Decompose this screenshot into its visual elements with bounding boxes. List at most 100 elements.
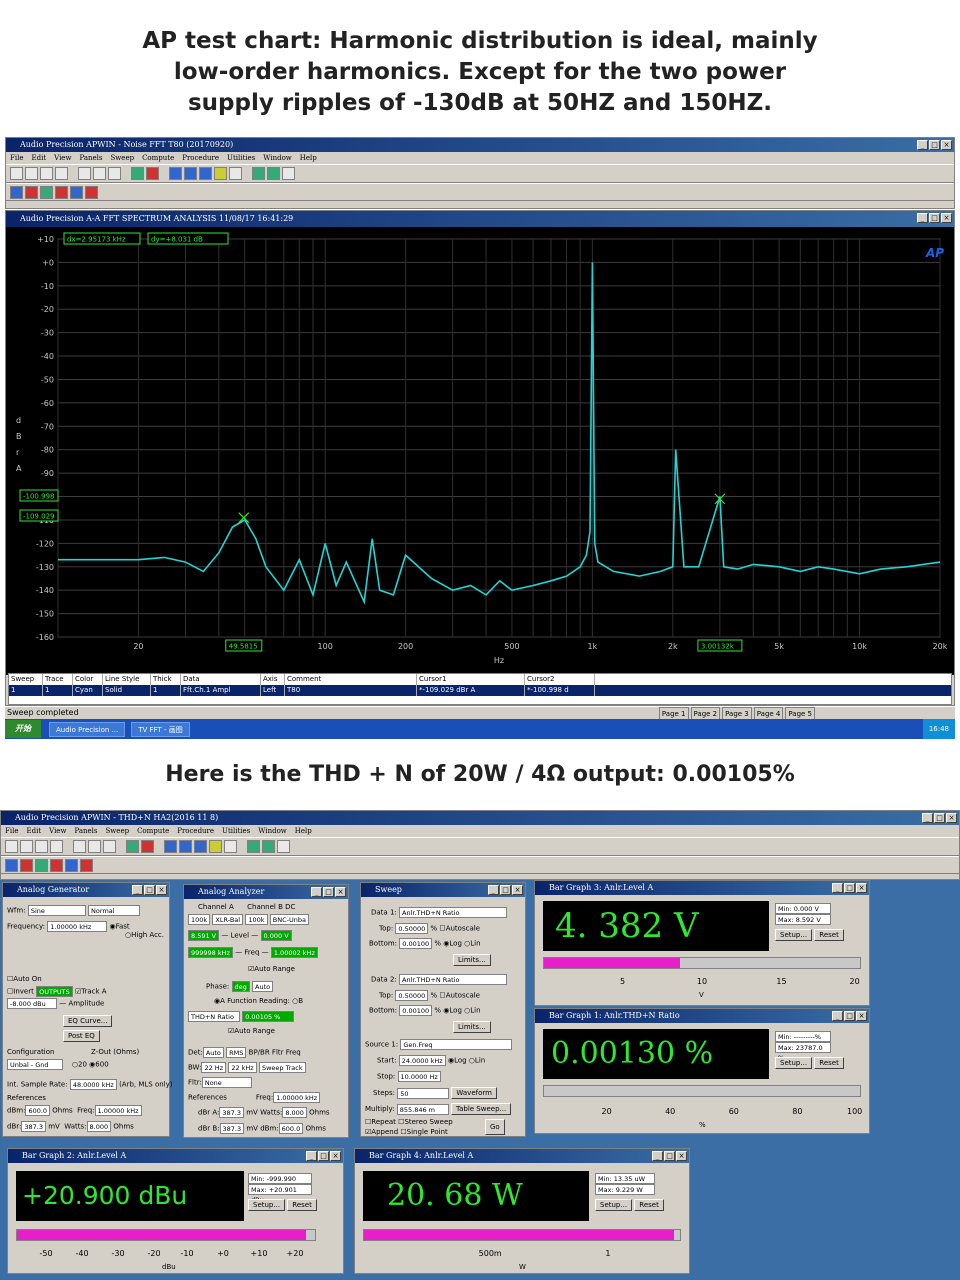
generator-icon[interactable] [169, 167, 182, 180]
auto-on-checkbox[interactable]: Auto On [13, 975, 41, 983]
dbm-field[interactable]: 600.0 [278, 1123, 304, 1134]
view-icon[interactable] [10, 185, 23, 199]
go-icon[interactable] [247, 840, 260, 853]
paste-icon[interactable] [108, 167, 121, 180]
close-button[interactable]: × [512, 885, 523, 895]
trace-cell[interactable]: Left [261, 685, 285, 696]
ohm-a-select[interactable]: 100k [188, 914, 211, 925]
source-field[interactable]: Gen.Freq [400, 1039, 513, 1050]
bar2-setup-button[interactable]: Setup... [248, 1199, 286, 1211]
append-checkbox[interactable]: Append [371, 1128, 398, 1136]
generator-icon[interactable] [164, 840, 177, 853]
window-icon[interactable] [65, 858, 78, 872]
menu-panels[interactable]: Panels [74, 825, 97, 837]
auto-range-checkbox[interactable]: Auto Range [254, 965, 295, 973]
dbm-field[interactable]: 600.0 [25, 1105, 51, 1116]
close-button[interactable]: × [156, 885, 167, 895]
ohm-b-select[interactable]: 100k [245, 914, 268, 925]
log-radio-3[interactable]: Log [454, 1057, 467, 1065]
trace-cell[interactable]: Fft.Ch.1 Ampl [181, 685, 261, 696]
menu-file[interactable]: File [5, 825, 18, 837]
dbra-field[interactable]: 387.3 [219, 1107, 244, 1118]
sweep-track-select[interactable]: Sweep Track [258, 1062, 306, 1073]
watts-field[interactable]: 8.000 [86, 1121, 112, 1132]
lin-radio-2[interactable]: Lin [470, 1007, 480, 1015]
stop-icon[interactable] [262, 840, 275, 853]
menu-help[interactable]: Help [300, 152, 317, 164]
trace-cell[interactable]: 1 [151, 685, 181, 696]
maximize-button[interactable]: □ [144, 885, 155, 895]
sweep-icon[interactable] [194, 840, 207, 853]
menu-utilities[interactable]: Utilities [222, 825, 250, 837]
sweep-icon[interactable] [199, 167, 212, 180]
data2-field[interactable]: Anlr.THD+N Ratio [399, 974, 507, 985]
trace-table-row[interactable]: 1 1 Cyan Solid 1 Fft.Ch.1 Ampl Left T80 *-109.02… [9, 685, 951, 696]
maximize-button[interactable]: □ [844, 1011, 855, 1021]
save-icon[interactable] [35, 840, 48, 853]
outputs-button[interactable]: OUTPUTS [36, 986, 73, 997]
window-icon[interactable] [70, 185, 83, 199]
close-button[interactable]: × [335, 887, 346, 897]
menu-sweep[interactable]: Sweep [106, 825, 130, 837]
go-icon[interactable] [252, 167, 265, 180]
ch-b-input-select[interactable]: BNC-Unba [269, 914, 309, 925]
start-button[interactable]: 开始 [5, 720, 41, 738]
filter-select[interactable]: None [201, 1077, 252, 1088]
menu-view[interactable]: View [54, 152, 71, 164]
bar4-setup-button[interactable]: Setup... [595, 1199, 633, 1211]
maximize-button[interactable]: □ [323, 887, 334, 897]
menu-panels[interactable]: Panels [79, 152, 102, 164]
fft-maximize-button[interactable]: □ [929, 213, 940, 223]
frequency-field[interactable]: 1.00000 kHz [47, 921, 108, 932]
autoscale-checkbox-2[interactable]: Autoscale [446, 992, 480, 1000]
function-select[interactable]: THD+N Ratio [188, 1011, 240, 1022]
waveform-button[interactable]: Waveform [451, 1087, 497, 1099]
bar1-reset-button[interactable]: Reset [814, 1057, 844, 1069]
minimize-button[interactable]: _ [917, 140, 928, 150]
configuration-select[interactable]: Unbal - Gnd [7, 1059, 63, 1070]
bottom2-field[interactable]: 0.00100 [399, 1005, 433, 1016]
cut-icon[interactable] [73, 840, 86, 853]
track-a-checkbox[interactable]: Track A [81, 988, 106, 996]
post-eq-button[interactable]: Post EQ [63, 1030, 100, 1042]
maximize-button[interactable]: □ [664, 1151, 675, 1161]
watts-field[interactable]: 8.000 [282, 1107, 307, 1118]
single-point-checkbox[interactable]: Single Point [407, 1128, 448, 1136]
paste-icon[interactable] [103, 840, 116, 853]
menu-window[interactable]: Window [258, 825, 287, 837]
copy-icon[interactable] [93, 167, 106, 180]
taskbar-item-ap[interactable]: Audio Precision ... [49, 721, 126, 737]
bar1-setup-button[interactable]: Setup... [775, 1057, 813, 1069]
waveform-mode-select[interactable]: Normal [88, 905, 141, 916]
data1-field[interactable]: Anlr.THD+N Ratio [399, 907, 507, 918]
bw-high-select[interactable]: 22 kHz [228, 1062, 257, 1073]
bar2-reset-button[interactable]: Reset [287, 1199, 317, 1211]
start-field[interactable]: 24.0000 kHz [398, 1055, 446, 1066]
close-button[interactable]: × [676, 1151, 687, 1161]
fft-minimize-button[interactable]: _ [917, 213, 928, 223]
print-icon[interactable] [50, 840, 63, 853]
log-radio[interactable]: Log [449, 940, 462, 948]
trace-cell[interactable]: *-100.998 d [525, 685, 595, 696]
top1-field[interactable]: 0.50000 [395, 923, 429, 934]
trace-cell[interactable]: 1 [9, 685, 43, 696]
maximize-button[interactable]: □ [318, 1151, 329, 1161]
fast-radio[interactable]: Fast [116, 923, 130, 931]
print-icon[interactable] [55, 167, 68, 180]
dbrb-field[interactable]: 387.3 [219, 1123, 245, 1134]
panel-icon[interactable] [131, 167, 144, 180]
minimize-button-2[interactable]: _ [922, 813, 933, 823]
chart-icon[interactable] [25, 185, 38, 199]
close-button[interactable]: × [941, 140, 952, 150]
det2-select[interactable]: RMS [226, 1047, 247, 1058]
menu-compute[interactable]: Compute [137, 825, 169, 837]
fft-close-button[interactable]: × [941, 213, 952, 223]
menu-utilities[interactable]: Utilities [227, 152, 255, 164]
tile-icon[interactable] [80, 858, 93, 872]
meter-icon[interactable] [55, 185, 68, 199]
minimize-button[interactable]: _ [311, 887, 322, 897]
taskbar-item-paint[interactable]: TV FFT - 画图 [131, 721, 190, 737]
minimize-button[interactable]: _ [652, 1151, 663, 1161]
settings-icon[interactable] [40, 185, 53, 199]
close-button[interactable]: × [856, 883, 867, 893]
